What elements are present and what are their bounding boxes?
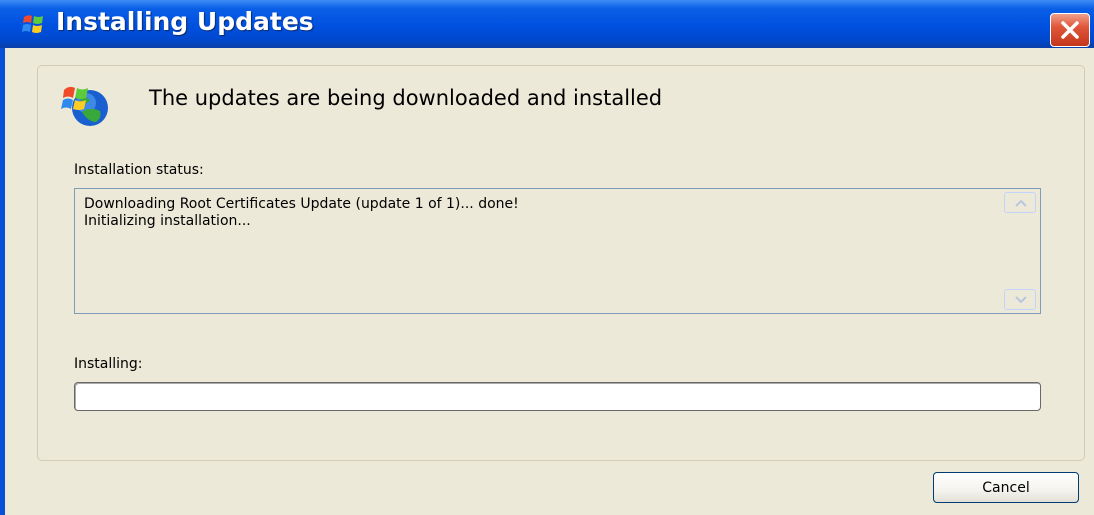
installation-status-textbox[interactable]: Downloading Root Certificates Update (up… [74,188,1041,314]
scroll-down-button[interactable] [1004,289,1036,310]
content-group: The updates are being downloaded and ins… [37,65,1085,461]
windows-update-globe-icon [60,78,112,130]
installing-label: Installing: [74,356,143,372]
close-icon [1061,21,1079,39]
scroll-up-button[interactable] [1004,192,1036,213]
vertical-scrollbar[interactable] [1000,189,1040,313]
title-bar[interactable]: Installing Updates [0,0,1094,48]
installation-status-label: Installation status: [74,162,204,178]
dialog-body: The updates are being downloaded and ins… [5,48,1094,515]
window-title: Installing Updates [56,7,314,36]
status-log: Downloading Root Certificates Update (up… [84,196,519,229]
windows-update-icon [22,13,46,35]
cancel-button[interactable]: Cancel [933,472,1079,503]
chevron-down-icon [1015,296,1027,304]
installing-updates-window: Installing Updates The updates are being… [0,0,1094,515]
header-text: The updates are being downloaded and ins… [149,86,663,110]
installing-progress-bar [74,382,1041,411]
chevron-up-icon [1015,199,1027,207]
close-button[interactable] [1050,13,1090,47]
